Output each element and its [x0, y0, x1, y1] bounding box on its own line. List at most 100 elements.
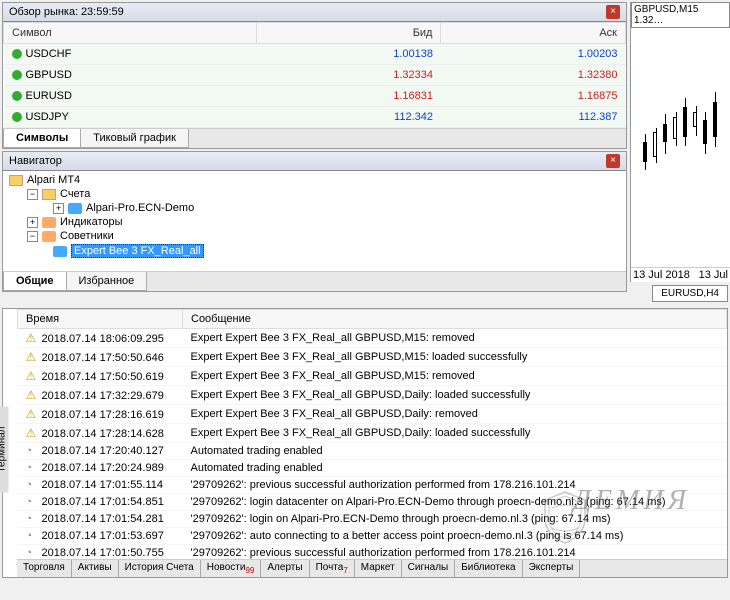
selected-expert[interactable]: Expert Bee 3 FX_Real_all	[71, 244, 204, 258]
chart-tab-active[interactable]: EURUSD,H4	[652, 285, 728, 302]
tree-indicators[interactable]: + Индикаторы	[5, 215, 624, 229]
warning-icon: ⚠	[26, 369, 38, 381]
terminal-tab[interactable]: Маркет	[355, 560, 402, 577]
log-time: ⚠2018.07.14 17:50:50.646	[18, 348, 183, 367]
info-icon: ◔	[26, 462, 38, 474]
info-icon: ◔	[26, 479, 38, 491]
tree-account-item[interactable]: + Alpari-Pro.ECN-Demo	[5, 201, 624, 215]
collapse-icon[interactable]: −	[27, 231, 38, 242]
tab-favorites[interactable]: Избранное	[66, 272, 148, 291]
symbol-name: USDCHF	[26, 48, 72, 60]
log-time: ◔2018.07.14 17:01:53.697	[18, 528, 183, 545]
direction-up-icon	[12, 70, 22, 80]
terminal-tab[interactable]: Почта7	[310, 560, 355, 577]
log-time: ◔2018.07.14 17:01:50.755	[18, 545, 183, 560]
market-row[interactable]: USDCHF 1.00138 1.00203	[4, 44, 626, 65]
market-row[interactable]: GBPUSD 1.32334 1.32380	[4, 65, 626, 86]
log-row[interactable]: ◔2018.07.14 17:01:54.281'29709262': logi…	[18, 511, 727, 528]
log-time: ◔2018.07.14 17:20:24.989	[18, 460, 183, 477]
ask-price: 1.16875	[441, 86, 626, 107]
direction-up-icon	[12, 112, 22, 122]
log-row[interactable]: ◔2018.07.14 17:20:40.127Automated tradin…	[18, 443, 727, 460]
col-time[interactable]: Время	[18, 310, 183, 329]
folder-icon	[42, 189, 56, 200]
terminal-tabs: ТорговляАктивыИстория СчетаНовости99Алер…	[17, 559, 727, 577]
log-row[interactable]: ⚠2018.07.14 17:28:16.619Expert Expert Be…	[18, 405, 727, 424]
terminal-tab[interactable]: Новости99	[201, 560, 262, 577]
terminal-tab[interactable]: История Счета	[119, 560, 201, 577]
warning-icon: ⚠	[26, 407, 38, 419]
market-watch-title: Обзор рынка:	[9, 6, 78, 18]
ask-price: 1.00203	[441, 44, 626, 65]
warning-icon: ⚠	[26, 426, 38, 438]
ask-price: 112.387	[441, 107, 626, 128]
log-message: Automated trading enabled	[183, 443, 727, 460]
direction-up-icon	[12, 49, 22, 59]
log-message: Automated trading enabled	[183, 460, 727, 477]
col-bid[interactable]: Бид	[256, 23, 441, 44]
log-time: ⚠2018.07.14 17:28:16.619	[18, 405, 183, 424]
terminal-tab[interactable]: Сигналы	[402, 560, 456, 577]
log-message: '29709262': previous successful authoriz…	[183, 545, 727, 560]
log-time: ⚠2018.07.14 18:06:09.295	[18, 329, 183, 348]
candlestick-area	[633, 62, 728, 242]
indicator-icon	[42, 217, 56, 228]
log-row[interactable]: ◔2018.07.14 17:01:53.697'29709262': auto…	[18, 528, 727, 545]
symbol-name: USDJPY	[26, 111, 69, 123]
terminal-panel: Терминал Время Сообщение ⚠2018.07.14 18:…	[2, 308, 728, 578]
log-time: ◔2018.07.14 17:01:55.114	[18, 477, 183, 494]
navigator-header: Навигатор ×	[3, 152, 626, 171]
log-row[interactable]: ⚠2018.07.14 17:50:50.646Expert Expert Be…	[18, 348, 727, 367]
collapse-icon[interactable]: −	[27, 189, 38, 200]
log-time: ⚠2018.07.14 17:28:14.628	[18, 424, 183, 443]
tree-accounts[interactable]: − Счета	[5, 187, 624, 201]
log-row[interactable]: ⚠2018.07.14 18:06:09.295Expert Expert Be…	[18, 329, 727, 348]
tab-tick[interactable]: Тиковый график	[80, 129, 189, 148]
expand-icon[interactable]: +	[27, 217, 38, 228]
log-row[interactable]: ⚠2018.07.14 17:28:14.628Expert Expert Be…	[18, 424, 727, 443]
info-icon: ◔	[26, 445, 38, 457]
log-row[interactable]: ◔2018.07.14 17:20:24.989Automated tradin…	[18, 460, 727, 477]
close-icon[interactable]: ×	[606, 154, 620, 168]
log-message: Expert Expert Bee 3 FX_Real_all GBPUSD,D…	[183, 386, 727, 405]
warning-icon: ⚠	[26, 331, 38, 343]
market-row[interactable]: EURUSD 1.16831 1.16875	[4, 86, 626, 107]
log-message: Expert Expert Bee 3 FX_Real_all GBPUSD,M…	[183, 329, 727, 348]
log-row[interactable]: ⚠2018.07.14 17:50:50.619Expert Expert Be…	[18, 367, 727, 386]
terminal-tab[interactable]: Активы	[72, 560, 119, 577]
chart-panel[interactable]: GBPUSD,M15 1.32… 13 Jul 2018 13 Jul	[630, 2, 730, 282]
log-row[interactable]: ⚠2018.07.14 17:32:29.679Expert Expert Be…	[18, 386, 727, 405]
col-ask[interactable]: Аск	[441, 23, 626, 44]
log-message: Expert Expert Bee 3 FX_Real_all GBPUSD,M…	[183, 348, 727, 367]
tab-symbols[interactable]: Символы	[3, 129, 81, 148]
market-watch-panel: Обзор рынка: 23:59:59 × Символ Бид Аск U…	[2, 2, 627, 149]
badge-count: 7	[343, 566, 347, 575]
market-row[interactable]: USDJPY 112.342 112.387	[4, 107, 626, 128]
log-time: ◔2018.07.14 17:01:54.281	[18, 511, 183, 528]
log-row[interactable]: ◔2018.07.14 17:01:50.755'29709262': prev…	[18, 545, 727, 560]
bid-price: 1.00138	[256, 44, 441, 65]
expand-icon[interactable]: +	[53, 203, 64, 214]
tab-common[interactable]: Общие	[3, 272, 67, 291]
col-symbol[interactable]: Символ	[4, 23, 257, 44]
log-time: ◔2018.07.14 17:01:54.851	[18, 494, 183, 511]
log-message: '29709262': auto connecting to a better …	[183, 528, 727, 545]
tree-root[interactable]: Alpari MT4	[5, 173, 624, 187]
terminal-tab[interactable]: Алерты	[261, 560, 309, 577]
market-watch-header: Обзор рынка: 23:59:59 ×	[3, 3, 626, 22]
log-row[interactable]: ◔2018.07.14 17:01:55.114'29709262': prev…	[18, 477, 727, 494]
log-message: '29709262': previous successful authoriz…	[183, 477, 727, 494]
col-message[interactable]: Сообщение	[183, 310, 727, 329]
market-watch-table: Символ Бид Аск USDCHF 1.00138 1.00203GBP…	[3, 22, 626, 128]
info-icon: ◔	[26, 513, 38, 525]
chart-time-axis: 13 Jul 2018 13 Jul	[631, 267, 730, 282]
terminal-tab[interactable]: Эксперты	[523, 560, 581, 577]
tree-experts[interactable]: − Советники	[5, 229, 624, 243]
terminal-tab[interactable]: Библиотека	[455, 560, 522, 577]
terminal-tab[interactable]: Торговля	[17, 560, 72, 577]
close-icon[interactable]: ×	[606, 5, 620, 19]
log-row[interactable]: ◔2018.07.14 17:01:54.851'29709262': logi…	[18, 494, 727, 511]
tree-expert-item[interactable]: Expert Bee 3 FX_Real_all	[5, 243, 624, 259]
bid-price: 1.16831	[256, 86, 441, 107]
navigator-panel: Навигатор × Alpari MT4 − Счета + Alpari-…	[2, 151, 627, 292]
